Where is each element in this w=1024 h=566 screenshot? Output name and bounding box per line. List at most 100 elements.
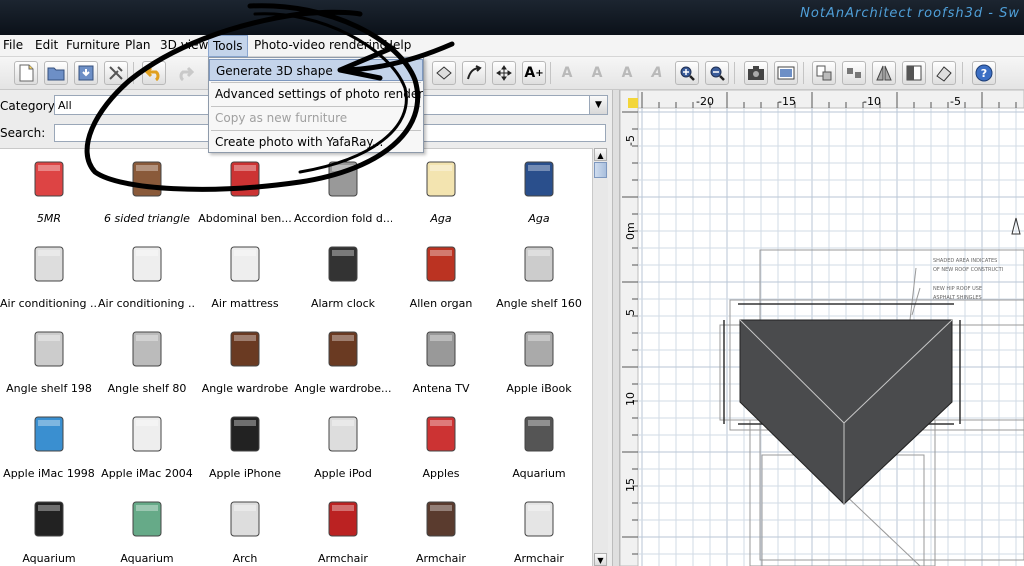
catalog-item[interactable]: Armchair (392, 491, 490, 566)
catalog-item[interactable]: Angle shelf 80 (98, 321, 196, 405)
undo-icon[interactable] (142, 61, 166, 85)
menu-plan[interactable]: Plan (125, 38, 151, 52)
catalog-item[interactable]: 5MR (0, 151, 98, 235)
menu-3d-view[interactable]: 3D view (160, 38, 208, 52)
import-icon[interactable] (812, 61, 836, 85)
catalog-item[interactable]: Aga (392, 151, 490, 235)
catalog-item[interactable]: Abdominal ben... (196, 151, 294, 235)
catalog-item[interactable]: Accordion fold d... (294, 151, 392, 235)
catalog-item[interactable]: Armchair (490, 491, 588, 566)
ruler-top-label: -5 (950, 95, 961, 108)
aquarium-plants-icon (127, 495, 167, 543)
armchair-white-icon (519, 495, 559, 543)
box-model-icon (127, 155, 167, 203)
move-icon[interactable] (492, 61, 516, 85)
armchair-brown-icon (421, 495, 461, 543)
menu-file[interactable]: File (3, 38, 23, 52)
menu-tools[interactable]: Tools (208, 35, 248, 57)
photo-icon[interactable] (774, 61, 798, 85)
imac-icon (29, 410, 69, 458)
catalog-item[interactable]: Air conditioning ... (0, 236, 98, 320)
mattress-icon (225, 240, 265, 288)
plan-view[interactable]: -20 -15 -10 -5 -5 0m 5 10 15 SHADED AREA… (620, 90, 1024, 566)
window-title: NotAnArchitect roofsh3d - Sw (800, 6, 1020, 21)
shelf-low-icon (127, 325, 167, 373)
group-icon[interactable] (842, 61, 866, 85)
catalog-item[interactable]: Apples (392, 406, 490, 490)
eraser-icon[interactable] (932, 61, 956, 85)
catalog-item[interactable]: Aquarium (98, 491, 196, 566)
preferences-icon[interactable] (104, 61, 128, 85)
catalog-item[interactable]: Aquarium (0, 491, 98, 566)
pane-splitter[interactable] (612, 90, 620, 566)
catalog-item[interactable]: Angle shelf 160 (490, 236, 588, 320)
menu-item-copy-as-new-furniture: Copy as new furniture (215, 111, 348, 125)
catalog-item-label: Apple iPod (314, 467, 372, 480)
rotate-icon[interactable] (462, 61, 486, 85)
catalog-item[interactable]: Apple iPod (294, 406, 392, 490)
catalog-item-label: Apple iBook (506, 382, 572, 395)
menu-photo-video-rendering[interactable]: Photo-video rendering (254, 38, 387, 52)
scroll-up-icon[interactable]: ▲ (594, 148, 607, 161)
catalog-item[interactable]: Angle shelf 198 (0, 321, 98, 405)
catalog-item[interactable]: Arch (196, 491, 294, 566)
zoom-out-icon[interactable] (705, 61, 729, 85)
category-label: Category: (0, 99, 58, 113)
catalog-item[interactable]: Antena TV (392, 321, 490, 405)
menu-item-create-photo-yafaray[interactable]: Create photo with YafaRay... (209, 131, 423, 153)
catalog-item[interactable]: Air conditioning ... (98, 236, 196, 320)
catalog-scrollbar[interactable]: ▲ ▼ (592, 148, 608, 566)
camera-icon[interactable] (744, 61, 768, 85)
new-home-icon[interactable] (14, 61, 38, 85)
menu-help[interactable]: Help (384, 38, 411, 52)
scroll-thumb[interactable] (594, 162, 607, 178)
chevron-down-icon[interactable]: ▼ (589, 96, 607, 114)
text-size-icon: A (651, 65, 663, 81)
menu-item-advanced-photo-settings[interactable]: Advanced settings of photo rendering (209, 83, 423, 105)
catalog-item[interactable]: Apple iPhone (196, 406, 294, 490)
roof-shape[interactable] (739, 319, 953, 505)
zoom-in-icon[interactable] (675, 61, 699, 85)
catalog-item[interactable]: Apple iMac 1998 (0, 406, 98, 490)
add-point-icon[interactable] (432, 61, 456, 85)
catalog-item[interactable]: Armchair (294, 491, 392, 566)
catalog-item[interactable]: Alarm clock (294, 236, 392, 320)
wardrobe-icon (225, 325, 265, 373)
catalog-item-label: Air mattress (211, 297, 279, 310)
catalog-item[interactable]: 6 sided triangle (98, 151, 196, 235)
catalog-item-label: Apple iMac 2004 (101, 467, 193, 480)
catalog-item[interactable]: Aga (490, 151, 588, 235)
catalog-item[interactable]: Allen organ (392, 236, 490, 320)
scroll-down-icon[interactable]: ▼ (594, 553, 607, 566)
open-icon[interactable] (44, 61, 68, 85)
catalog-item[interactable]: Angle wardrobe (196, 321, 294, 405)
save-icon[interactable] (74, 61, 98, 85)
catalog-item[interactable]: Aquarium (490, 406, 588, 490)
catalog-item[interactable]: Apple iBook (490, 321, 588, 405)
stove-blue-icon (519, 155, 559, 203)
sweet-home-3d-window: NotAnArchitect roofsh3d - Sw File Edit F… (0, 0, 1024, 566)
catalog-item-label: Aquarium (512, 467, 566, 480)
menu-item-generate-3d-shape[interactable]: Generate 3D shape (209, 59, 423, 81)
menu-edit[interactable]: Edit (35, 38, 58, 52)
menu-furniture[interactable]: Furniture (66, 38, 120, 52)
help-icon[interactable]: ? (972, 61, 996, 85)
text-style-icon: A (561, 65, 573, 81)
catalog-item[interactable]: Apple iMac 2004 (98, 406, 196, 490)
frame-icon[interactable] (902, 61, 926, 85)
add-text-icon[interactable]: A + (522, 61, 546, 85)
catalog-item-label: Air conditioning ... (0, 297, 98, 310)
search-label: Search: (0, 126, 46, 140)
catalog-item-label: Armchair (318, 552, 368, 565)
catalog-item[interactable]: Angle wardrobe... (294, 321, 392, 405)
catalog-item-label: Apple iPhone (209, 467, 281, 480)
organ-icon (421, 240, 461, 288)
ac-wall-icon (127, 240, 167, 288)
catalog-grid: 5MR 6 sided triangle Abdominal ben... Accor… (0, 148, 592, 566)
ruler-left-label: -5 (624, 135, 637, 146)
catalog-item-label: 5MR (36, 212, 62, 225)
catalog-item-label: Angle shelf 80 (107, 382, 187, 395)
flip-icon[interactable] (872, 61, 896, 85)
text-bold-icon: A (591, 65, 603, 81)
catalog-item[interactable]: Air mattress (196, 236, 294, 320)
